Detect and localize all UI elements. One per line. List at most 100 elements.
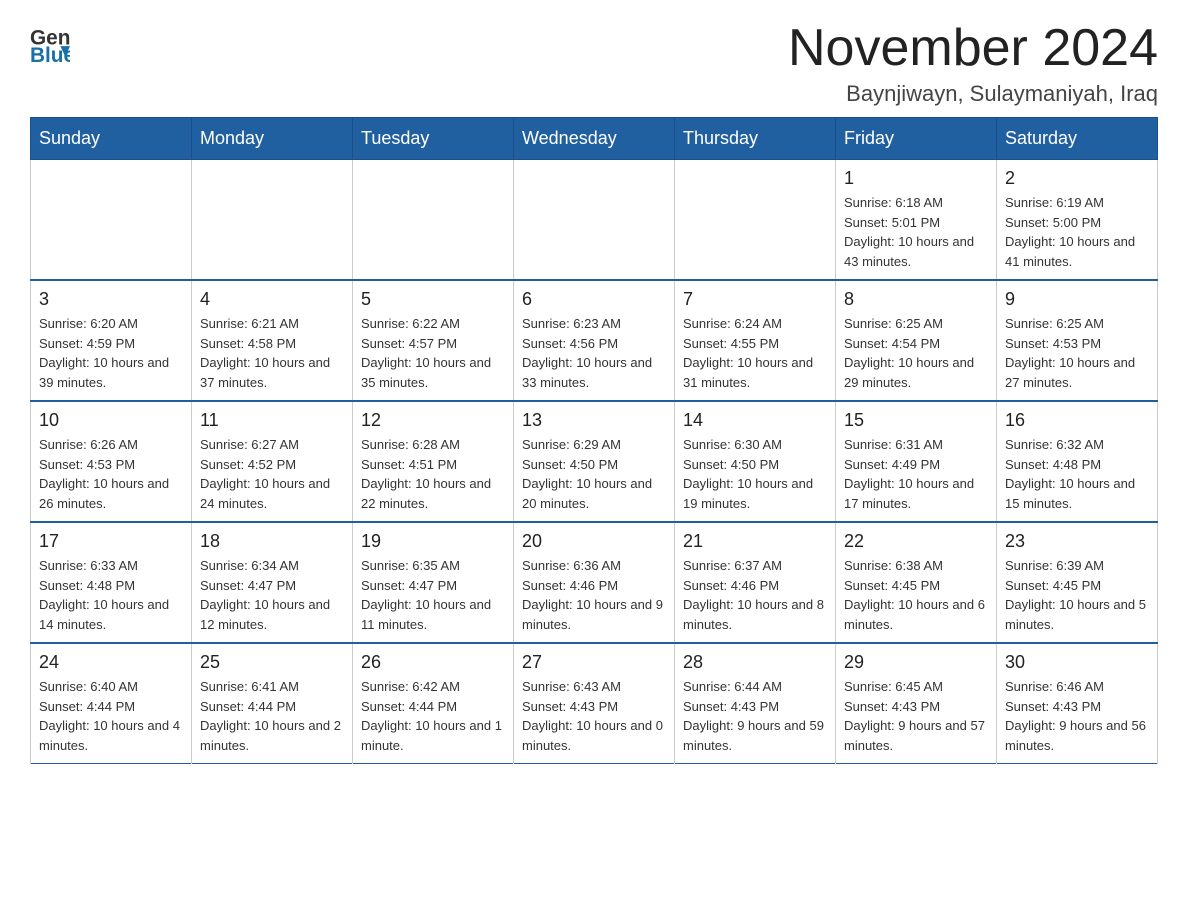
table-row: 11 Sunrise: 6:27 AMSunset: 4:52 PMDayligh… [192, 401, 353, 522]
calendar-header-row: Sunday Monday Tuesday Wednesday Thursday… [31, 118, 1158, 160]
day-info: Sunrise: 6:25 AMSunset: 4:54 PMDaylight:… [844, 314, 988, 392]
day-info: Sunrise: 6:26 AMSunset: 4:53 PMDaylight:… [39, 435, 183, 513]
day-number: 11 [200, 410, 344, 431]
table-row: 20Sunrise: 6:36 AMSunset: 4:46 PMDayligh… [514, 522, 675, 643]
day-number: 17 [39, 531, 183, 552]
table-row [353, 160, 514, 281]
day-number: 5 [361, 289, 505, 310]
table-row [675, 160, 836, 281]
day-number: 26 [361, 652, 505, 673]
day-info: Sunrise: 6:33 AMSunset: 4:48 PMDaylight:… [39, 556, 183, 634]
day-info: Sunrise: 6:32 AMSunset: 4:48 PMDaylight:… [1005, 435, 1149, 513]
day-info: Sunrise: 6:39 AMSunset: 4:45 PMDaylight:… [1005, 556, 1149, 634]
col-friday: Friday [836, 118, 997, 160]
calendar-week-row: 10 Sunrise: 6:26 AMSunset: 4:53 PMDayligh… [31, 401, 1158, 522]
day-number: 30 [1005, 652, 1149, 673]
table-row: 27Sunrise: 6:43 AMSunset: 4:43 PMDayligh… [514, 643, 675, 764]
day-info: Sunrise: 6:38 AMSunset: 4:45 PMDaylight:… [844, 556, 988, 634]
day-info: Sunrise: 6:24 AMSunset: 4:55 PMDaylight:… [683, 314, 827, 392]
table-row: 30 Sunrise: 6:46 AMSunset: 4:43 PMDayligh… [997, 643, 1158, 764]
day-info: Sunrise: 6:23 AMSunset: 4:56 PMDaylight:… [522, 314, 666, 392]
col-sunday: Sunday [31, 118, 192, 160]
table-row: 17 Sunrise: 6:33 AMSunset: 4:48 PMDayligh… [31, 522, 192, 643]
table-row: 26 Sunrise: 6:42 AMSunset: 4:44 PMDayligh… [353, 643, 514, 764]
day-number: 19 [361, 531, 505, 552]
day-info: Sunrise: 6:18 AMSunset: 5:01 PMDaylight:… [844, 193, 988, 271]
day-number: 6 [522, 289, 666, 310]
day-number: 24 [39, 652, 183, 673]
day-number: 3 [39, 289, 183, 310]
table-row: 5 Sunrise: 6:22 AMSunset: 4:57 PMDaylight… [353, 280, 514, 401]
day-number: 4 [200, 289, 344, 310]
day-number: 16 [1005, 410, 1149, 431]
day-number: 14 [683, 410, 827, 431]
table-row: 10 Sunrise: 6:26 AMSunset: 4:53 PMDayligh… [31, 401, 192, 522]
day-info: Sunrise: 6:25 AMSunset: 4:53 PMDaylight:… [1005, 314, 1149, 392]
title-area: November 2024 Baynjiwayn, Sulaymaniyah, … [788, 20, 1158, 107]
day-number: 2 [1005, 168, 1149, 189]
day-info: Sunrise: 6:43 AMSunset: 4:43 PMDaylight:… [522, 677, 666, 755]
calendar-week-row: 17 Sunrise: 6:33 AMSunset: 4:48 PMDayligh… [31, 522, 1158, 643]
day-info: Sunrise: 6:22 AMSunset: 4:57 PMDaylight:… [361, 314, 505, 392]
table-row: 16 Sunrise: 6:32 AMSunset: 4:48 PMDayligh… [997, 401, 1158, 522]
day-info: Sunrise: 6:30 AMSunset: 4:50 PMDaylight:… [683, 435, 827, 513]
day-number: 9 [1005, 289, 1149, 310]
table-row [192, 160, 353, 281]
day-number: 23 [1005, 531, 1149, 552]
table-row: 19 Sunrise: 6:35 AMSunset: 4:47 PMDayligh… [353, 522, 514, 643]
table-row: 28 Sunrise: 6:44 AMSunset: 4:43 PMDayligh… [675, 643, 836, 764]
day-number: 28 [683, 652, 827, 673]
day-number: 18 [200, 531, 344, 552]
table-row: 3 Sunrise: 6:20 AMSunset: 4:59 PMDaylight… [31, 280, 192, 401]
day-number: 7 [683, 289, 827, 310]
day-info: Sunrise: 6:45 AMSunset: 4:43 PMDaylight:… [844, 677, 988, 755]
day-number: 12 [361, 410, 505, 431]
day-number: 21 [683, 531, 827, 552]
day-info: Sunrise: 6:34 AMSunset: 4:47 PMDaylight:… [200, 556, 344, 634]
calendar: Sunday Monday Tuesday Wednesday Thursday… [30, 117, 1158, 764]
day-info: Sunrise: 6:28 AMSunset: 4:51 PMDaylight:… [361, 435, 505, 513]
day-number: 13 [522, 410, 666, 431]
logo: General Blue [30, 20, 74, 65]
day-info: Sunrise: 6:20 AMSunset: 4:59 PMDaylight:… [39, 314, 183, 392]
table-row: 18 Sunrise: 6:34 AMSunset: 4:47 PMDayligh… [192, 522, 353, 643]
table-row: 9 Sunrise: 6:25 AMSunset: 4:53 PMDaylight… [997, 280, 1158, 401]
day-number: 25 [200, 652, 344, 673]
day-number: 10 [39, 410, 183, 431]
table-row: 24 Sunrise: 6:40 AMSunset: 4:44 PMDayligh… [31, 643, 192, 764]
table-row: 13 Sunrise: 6:29 AMSunset: 4:50 PMDayligh… [514, 401, 675, 522]
day-info: Sunrise: 6:35 AMSunset: 4:47 PMDaylight:… [361, 556, 505, 634]
table-row: 22 Sunrise: 6:38 AMSunset: 4:45 PMDayligh… [836, 522, 997, 643]
day-info: Sunrise: 6:21 AMSunset: 4:58 PMDaylight:… [200, 314, 344, 392]
table-row: 15Sunrise: 6:31 AMSunset: 4:49 PMDayligh… [836, 401, 997, 522]
table-row: 7 Sunrise: 6:24 AMSunset: 4:55 PMDaylight… [675, 280, 836, 401]
day-info: Sunrise: 6:44 AMSunset: 4:43 PMDaylight:… [683, 677, 827, 755]
table-row: 1 Sunrise: 6:18 AMSunset: 5:01 PMDaylight… [836, 160, 997, 281]
page-title: November 2024 [788, 20, 1158, 77]
table-row: 8 Sunrise: 6:25 AMSunset: 4:54 PMDaylight… [836, 280, 997, 401]
table-row: 2 Sunrise: 6:19 AMSunset: 5:00 PMDaylight… [997, 160, 1158, 281]
calendar-week-row: 24 Sunrise: 6:40 AMSunset: 4:44 PMDayligh… [31, 643, 1158, 764]
logo-icon: General Blue [30, 20, 70, 65]
day-info: Sunrise: 6:40 AMSunset: 4:44 PMDaylight:… [39, 677, 183, 755]
day-info: Sunrise: 6:42 AMSunset: 4:44 PMDaylight:… [361, 677, 505, 755]
day-info: Sunrise: 6:31 AMSunset: 4:49 PMDaylight:… [844, 435, 988, 513]
col-wednesday: Wednesday [514, 118, 675, 160]
table-row: 12 Sunrise: 6:28 AMSunset: 4:51 PMDayligh… [353, 401, 514, 522]
table-row: 4 Sunrise: 6:21 AMSunset: 4:58 PMDaylight… [192, 280, 353, 401]
header: General Blue November 2024 Baynjiwayn, S… [30, 20, 1158, 107]
col-saturday: Saturday [997, 118, 1158, 160]
day-number: 8 [844, 289, 988, 310]
day-info: Sunrise: 6:29 AMSunset: 4:50 PMDaylight:… [522, 435, 666, 513]
day-number: 22 [844, 531, 988, 552]
day-number: 1 [844, 168, 988, 189]
table-row: 23 Sunrise: 6:39 AMSunset: 4:45 PMDayligh… [997, 522, 1158, 643]
table-row [31, 160, 192, 281]
day-info: Sunrise: 6:19 AMSunset: 5:00 PMDaylight:… [1005, 193, 1149, 271]
svg-text:Blue: Blue [30, 44, 70, 65]
day-info: Sunrise: 6:27 AMSunset: 4:52 PMDaylight:… [200, 435, 344, 513]
day-info: Sunrise: 6:46 AMSunset: 4:43 PMDaylight:… [1005, 677, 1149, 755]
day-number: 20 [522, 531, 666, 552]
day-info: Sunrise: 6:41 AMSunset: 4:44 PMDaylight:… [200, 677, 344, 755]
col-tuesday: Tuesday [353, 118, 514, 160]
